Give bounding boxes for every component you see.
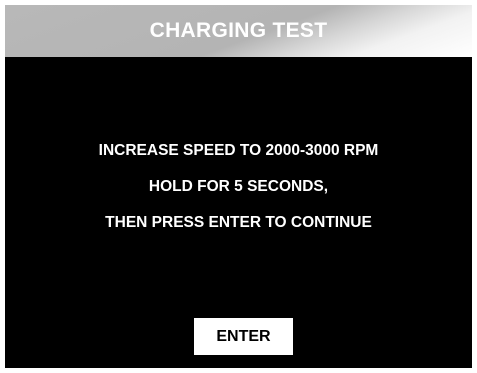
instruction-line-hold: HOLD FOR 5 SECONDS, [148,178,329,195]
screen-header: CHARGING TEST [5,5,472,57]
charging-test-screen: CHARGING TEST INCREASE SPEED TO 2000-300… [5,5,472,368]
instruction-line-speed: INCREASE SPEED TO 2000-3000 RPM [98,142,379,159]
instruction-line-continue: THEN PRESS ENTER TO CONTINUE [105,214,372,231]
screen-title: CHARGING TEST [149,19,328,42]
enter-button[interactable]: ENTER [194,318,293,355]
instruction-message: INCREASE SPEED TO 2000-3000 RPM HOLD FOR… [5,133,472,241]
